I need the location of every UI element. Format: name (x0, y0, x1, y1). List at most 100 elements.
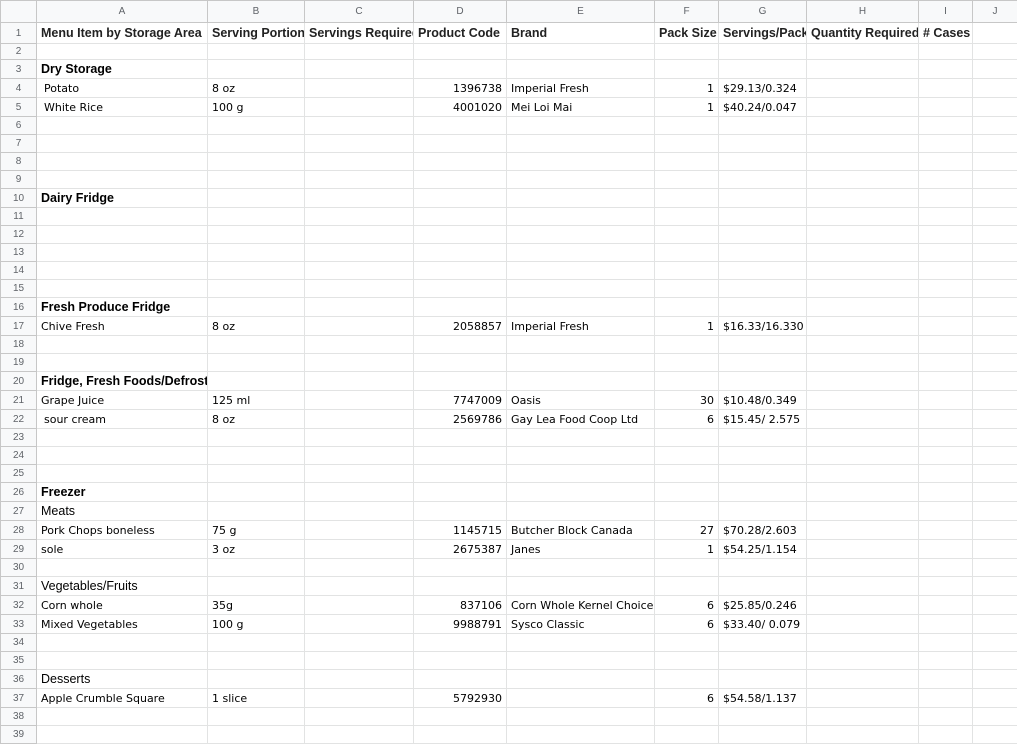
row-header[interactable]: 29 (0, 539, 37, 559)
grid-cell[interactable] (36, 446, 208, 465)
grid-cell[interactable] (413, 188, 507, 208)
grid-cell[interactable] (654, 464, 719, 483)
grid-cell[interactable] (806, 225, 919, 244)
grid-cell[interactable] (207, 501, 305, 521)
grid-cell[interactable] (413, 261, 507, 280)
grid-cell[interactable] (806, 297, 919, 317)
row-header[interactable]: 14 (0, 261, 37, 280)
grid-cell[interactable] (718, 243, 807, 262)
grid-cell[interactable] (304, 428, 414, 447)
grid-cell[interactable]: 6 (654, 409, 719, 429)
grid-cell[interactable] (806, 335, 919, 354)
column-title-cell[interactable]: # Cases to Order (918, 22, 973, 44)
grid-cell[interactable] (207, 428, 305, 447)
grid-cell[interactable]: Gay Lea Food Coop Ltd (506, 409, 655, 429)
grid-cell[interactable] (506, 428, 655, 447)
grid-cell[interactable]: $54.58/1.137 (718, 688, 807, 708)
grid-cell[interactable]: Desserts (36, 669, 208, 689)
grid-cell[interactable] (304, 409, 414, 429)
grid-cell[interactable]: 2675387 (413, 539, 507, 559)
grid-cell[interactable] (972, 43, 1017, 60)
grid-cell[interactable]: Imperial Fresh (506, 78, 655, 98)
grid-cell[interactable] (718, 669, 807, 689)
row-header[interactable]: 18 (0, 335, 37, 354)
grid-cell[interactable] (972, 59, 1017, 79)
grid-cell[interactable] (654, 651, 719, 670)
grid-cell[interactable] (506, 501, 655, 521)
grid-cell[interactable] (972, 651, 1017, 670)
grid-cell[interactable] (972, 225, 1017, 244)
grid-cell[interactable] (806, 464, 919, 483)
grid-cell[interactable] (654, 669, 719, 689)
grid-cell[interactable] (806, 353, 919, 372)
grid-cell[interactable] (36, 279, 208, 298)
grid-cell[interactable] (718, 59, 807, 79)
grid-cell[interactable] (304, 261, 414, 280)
grid-cell[interactable] (413, 428, 507, 447)
grid-cell[interactable] (806, 595, 919, 615)
row-header[interactable]: 24 (0, 446, 37, 465)
grid-cell[interactable] (207, 669, 305, 689)
grid-cell[interactable]: Vegetables/Fruits (36, 576, 208, 596)
grid-cell[interactable] (304, 576, 414, 596)
grid-cell[interactable] (304, 152, 414, 171)
grid-cell[interactable] (718, 371, 807, 391)
grid-cell[interactable] (304, 371, 414, 391)
grid-cell[interactable]: White Rice (36, 97, 208, 117)
grid-cell[interactable]: $40.24/0.047 (718, 97, 807, 117)
grid-cell[interactable]: 9988791 (413, 614, 507, 634)
grid-cell[interactable] (654, 207, 719, 226)
grid-cell[interactable]: Potato (36, 78, 208, 98)
grid-cell[interactable] (207, 576, 305, 596)
grid-cell[interactable]: 4001020 (413, 97, 507, 117)
row-header[interactable]: 17 (0, 316, 37, 336)
grid-cell[interactable] (413, 297, 507, 317)
grid-cell[interactable] (918, 335, 973, 354)
grid-cell[interactable] (304, 558, 414, 577)
grid-cell[interactable]: 1 (654, 539, 719, 559)
grid-cell[interactable] (304, 595, 414, 615)
grid-cell[interactable] (718, 335, 807, 354)
grid-cell[interactable] (972, 409, 1017, 429)
grid-cell[interactable] (207, 170, 305, 189)
grid-cell[interactable] (918, 297, 973, 317)
grid-cell[interactable] (413, 225, 507, 244)
grid-cell[interactable] (506, 353, 655, 372)
grid-cell[interactable] (413, 633, 507, 652)
column-title-cell[interactable]: Brand (506, 22, 655, 44)
grid-cell[interactable] (506, 446, 655, 465)
grid-cell[interactable] (36, 428, 208, 447)
grid-cell[interactable]: $25.85/0.246 (718, 595, 807, 615)
grid-cell[interactable]: 30 (654, 390, 719, 410)
row-header[interactable]: 15 (0, 279, 37, 298)
grid-cell[interactable] (806, 279, 919, 298)
grid-cell[interactable] (972, 614, 1017, 634)
grid-cell[interactable]: 1 (654, 97, 719, 117)
grid-cell[interactable]: Corn whole (36, 595, 208, 615)
grid-cell[interactable] (506, 279, 655, 298)
column-title-cell[interactable]: Pack Size (654, 22, 719, 44)
grid-cell[interactable]: Dry Storage (36, 59, 208, 79)
grid-cell[interactable]: $10.48/0.349 (718, 390, 807, 410)
row-header[interactable]: 9 (0, 170, 37, 189)
row-header[interactable]: 3 (0, 59, 37, 79)
grid-cell[interactable] (718, 446, 807, 465)
grid-cell[interactable] (806, 78, 919, 98)
grid-cell[interactable] (972, 595, 1017, 615)
column-header-g[interactable]: G (718, 0, 807, 23)
column-header-j[interactable]: J (972, 0, 1017, 23)
grid-cell[interactable] (918, 170, 973, 189)
grid-cell[interactable] (304, 59, 414, 79)
grid-cell[interactable] (806, 243, 919, 262)
grid-cell[interactable] (207, 707, 305, 726)
grid-cell[interactable] (413, 482, 507, 502)
grid-cell[interactable] (36, 707, 208, 726)
grid-cell[interactable]: $70.28/2.603 (718, 520, 807, 540)
grid-cell[interactable] (918, 633, 973, 652)
grid-cell[interactable] (506, 633, 655, 652)
grid-cell[interactable] (654, 446, 719, 465)
grid-cell[interactable] (36, 116, 208, 135)
grid-cell[interactable] (654, 116, 719, 135)
grid-cell[interactable] (304, 243, 414, 262)
grid-cell[interactable] (36, 243, 208, 262)
